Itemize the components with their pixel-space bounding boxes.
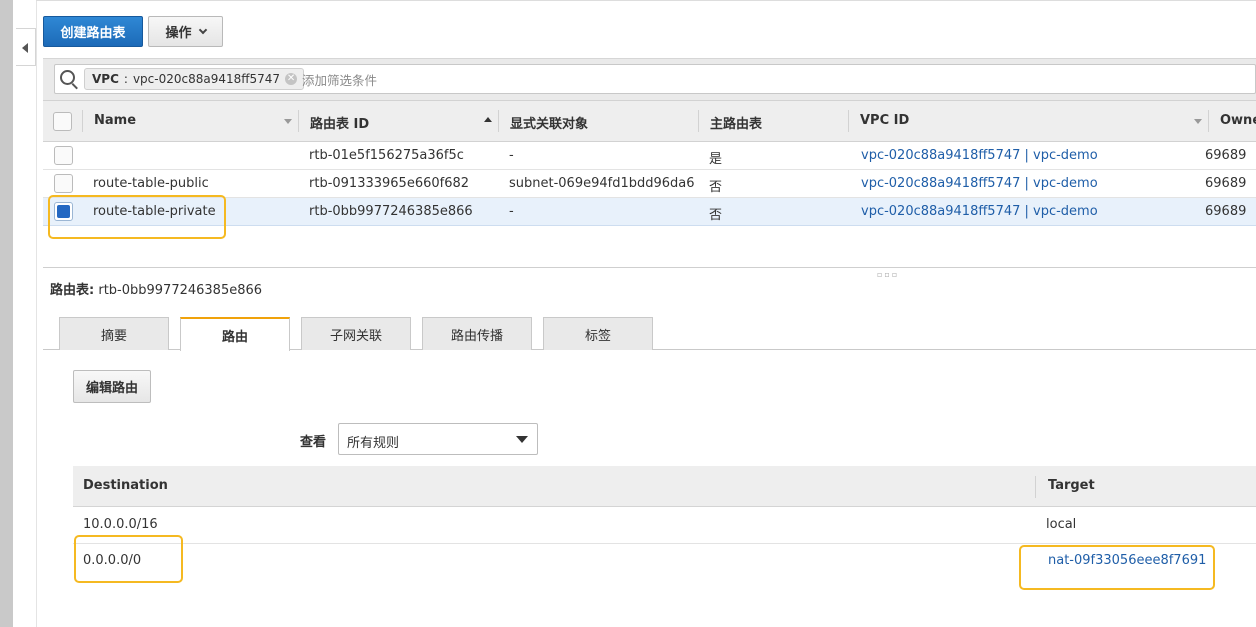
column-separator bbox=[848, 110, 849, 132]
cell-main: 否 bbox=[709, 208, 723, 223]
highlight-box-selected-row bbox=[48, 195, 226, 239]
search-icon bbox=[60, 70, 75, 85]
cell-owner: 69689 bbox=[1205, 176, 1247, 191]
actions-menu-button[interactable]: 操作 bbox=[148, 16, 223, 47]
column-separator bbox=[82, 110, 83, 132]
route-destination: 10.0.0.0/16 bbox=[83, 517, 158, 532]
tab-tags[interactable]: 标签 bbox=[543, 317, 653, 350]
column-header-target: Target bbox=[1048, 478, 1095, 493]
cell-route-table-id: rtb-091333965e660f682 bbox=[309, 176, 470, 191]
cell-name: route-table-public bbox=[93, 176, 209, 191]
create-route-table-button[interactable]: 创建路由表 bbox=[43, 16, 143, 47]
row-checkbox[interactable] bbox=[54, 174, 73, 193]
filter-token-value: vpc-020c88a9418ff5747 bbox=[132, 72, 281, 86]
view-rules-selected: 所有规则 bbox=[347, 436, 400, 451]
cell-route-table-id: rtb-0bb9977246385e866 bbox=[309, 204, 473, 219]
panel-splitter[interactable] bbox=[43, 267, 1256, 268]
cell-main: 是 bbox=[709, 152, 723, 167]
row-divider bbox=[73, 543, 1256, 544]
highlight-box-target bbox=[1019, 545, 1215, 590]
sort-icon[interactable] bbox=[284, 119, 292, 124]
top-divider bbox=[36, 0, 1256, 1]
view-label: 查看 bbox=[300, 435, 327, 450]
column-separator bbox=[298, 110, 299, 132]
left-rail bbox=[0, 0, 13, 627]
tab-routes[interactable]: 路由 bbox=[180, 317, 290, 351]
column-separator bbox=[1208, 110, 1209, 132]
cell-vpc-link[interactable]: vpc-020c88a9418ff5747 | vpc-demo bbox=[861, 148, 1098, 163]
cell-vpc-link[interactable]: vpc-020c88a9418ff5747 | vpc-demo bbox=[861, 204, 1098, 219]
sort-icon[interactable] bbox=[1194, 119, 1202, 124]
tab-summary[interactable]: 摘要 bbox=[59, 317, 169, 350]
detail-title-label: 路由表: bbox=[50, 283, 95, 298]
column-header-destination: Destination bbox=[83, 478, 168, 493]
table-row[interactable]: route-table-public rtb-091333965e660f682… bbox=[43, 170, 1256, 198]
cell-owner: 69689 bbox=[1205, 204, 1247, 219]
highlight-box-destination bbox=[74, 535, 183, 583]
add-filter-placeholder[interactable]: 添加筛选条件 bbox=[302, 70, 377, 89]
column-separator bbox=[1035, 476, 1036, 498]
column-separator bbox=[698, 110, 699, 132]
cell-associations: subnet-069e94fd1bdd96da6 bbox=[509, 176, 695, 191]
column-separator bbox=[498, 110, 499, 132]
caret-down-icon bbox=[516, 436, 528, 443]
view-rules-select[interactable]: 所有规则 bbox=[338, 423, 538, 455]
table-header bbox=[43, 100, 1256, 142]
tab-route-propagation[interactable]: 路由传播 bbox=[422, 317, 532, 350]
cell-vpc-link[interactable]: vpc-020c88a9418ff5747 | vpc-demo bbox=[861, 176, 1098, 191]
cell-associations: - bbox=[509, 204, 514, 219]
sort-ascending-icon[interactable] bbox=[484, 117, 492, 122]
collapse-sidebar-button[interactable] bbox=[16, 28, 36, 66]
column-header-owner[interactable]: Owne bbox=[1220, 113, 1256, 128]
content-edge bbox=[36, 0, 37, 627]
chevron-left-icon bbox=[22, 43, 28, 53]
column-header-main[interactable]: 主路由表 bbox=[710, 113, 762, 132]
table-row[interactable]: rtb-01e5f156275a36f5c - 是 vpc-020c88a941… bbox=[43, 142, 1256, 170]
detail-title-value: rtb-0bb9977246385e866 bbox=[98, 283, 263, 298]
cell-associations: - bbox=[509, 148, 514, 163]
filter-token-key: VPC bbox=[92, 72, 119, 86]
column-header-vpc-id[interactable]: VPC ID bbox=[860, 113, 909, 128]
route-target: local bbox=[1046, 517, 1077, 532]
resize-handle-icon[interactable]: ▫▫▫ bbox=[877, 270, 899, 279]
row-checkbox[interactable] bbox=[54, 146, 73, 165]
column-header-name[interactable]: Name bbox=[94, 113, 136, 128]
actions-label: 操作 bbox=[165, 26, 192, 41]
column-header-route-table-id[interactable]: 路由表 ID bbox=[310, 113, 369, 132]
filter-token[interactable]: VPC : vpc-020c88a9418ff5747 ✕ bbox=[84, 68, 305, 90]
tab-subnet-associations[interactable]: 子网关联 bbox=[301, 317, 411, 350]
cell-route-table-id: rtb-01e5f156275a36f5c bbox=[309, 148, 464, 163]
filter-token-separator: : bbox=[123, 72, 128, 86]
remove-filter-icon[interactable]: ✕ bbox=[285, 73, 298, 85]
detail-title: 路由表: rtb-0bb9977246385e866 bbox=[50, 279, 262, 298]
column-header-associations[interactable]: 显式关联对象 bbox=[510, 113, 588, 132]
chevron-down-icon bbox=[198, 25, 207, 34]
edit-routes-button[interactable]: 编辑路由 bbox=[73, 370, 151, 403]
cell-owner: 69689 bbox=[1205, 148, 1247, 163]
select-all-checkbox[interactable] bbox=[53, 112, 72, 131]
cell-main: 否 bbox=[709, 180, 723, 195]
